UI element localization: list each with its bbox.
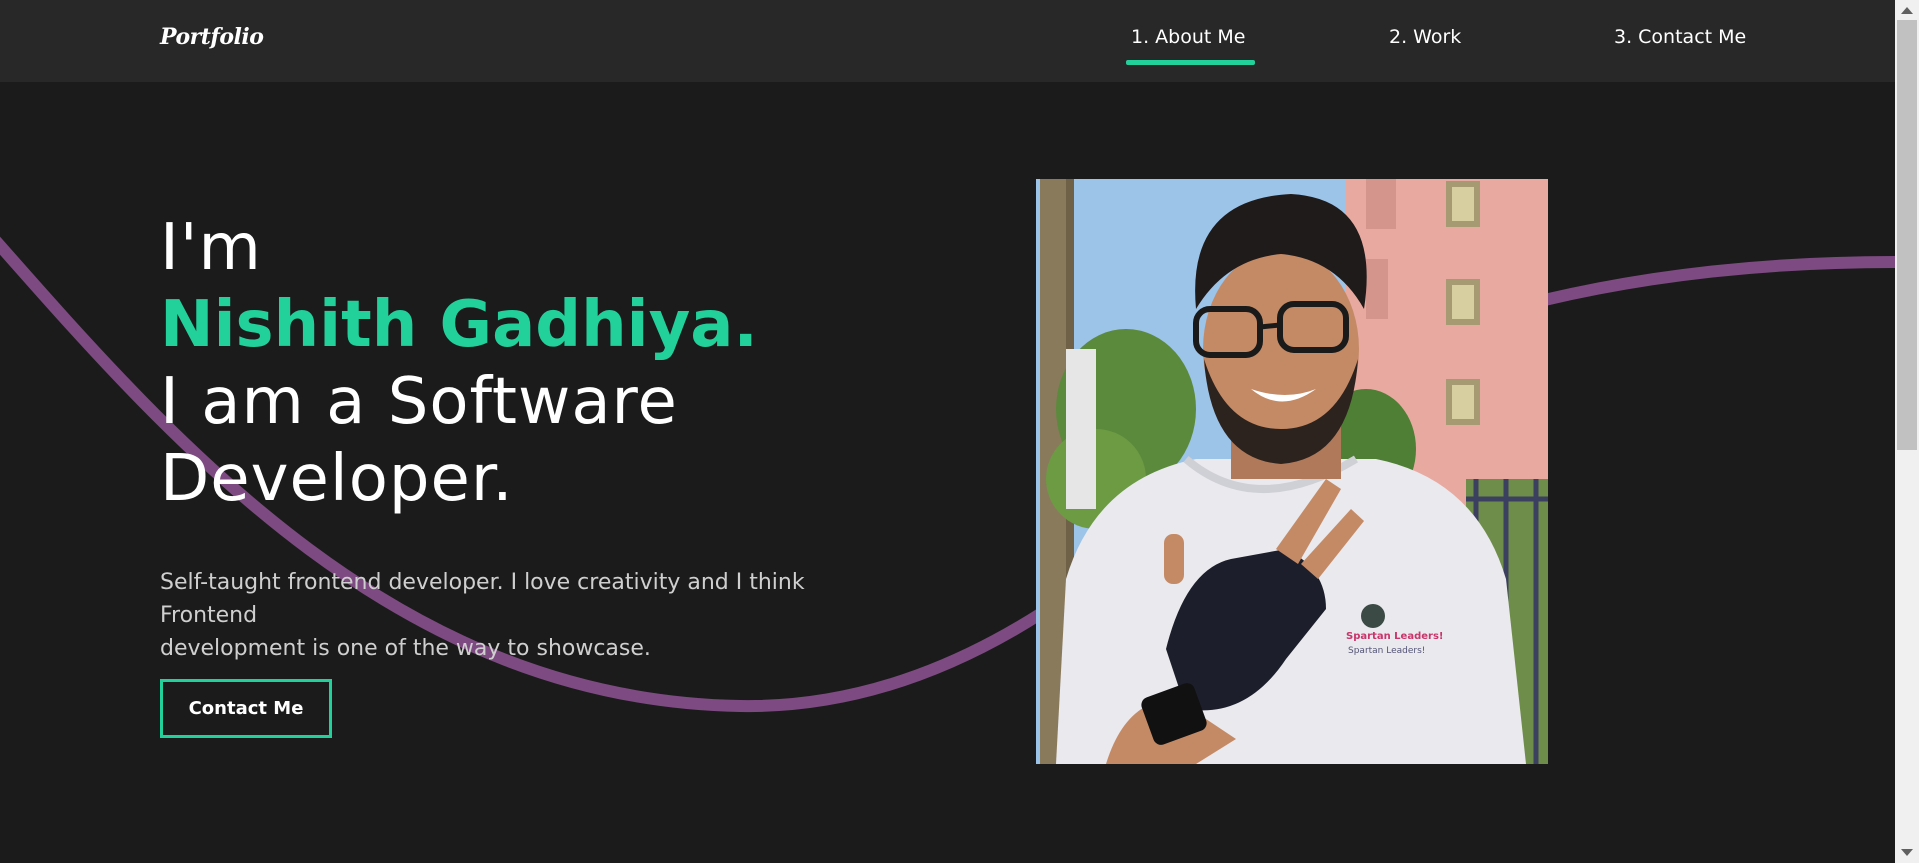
vertical-scrollbar[interactable] — [1895, 0, 1919, 863]
hero-role-line-2: Developer. — [160, 442, 514, 516]
hero-greeting: I'm — [160, 211, 262, 285]
shirt-logo-text-2: Spartan Leaders! — [1348, 646, 1425, 656]
scroll-up-arrow-icon[interactable] — [1901, 7, 1913, 14]
hero-name: Nishith Gadhiya. — [160, 288, 758, 362]
hero-role-line-1: I am a Software — [160, 365, 678, 439]
logo[interactable]: Portfolio — [160, 24, 264, 50]
nav-item-about-me[interactable]: 1. About Me — [1131, 26, 1245, 48]
scrollbar-thumb[interactable] — [1897, 20, 1917, 450]
scroll-down-arrow-icon[interactable] — [1901, 849, 1913, 856]
contact-me-button[interactable]: Contact Me — [160, 679, 332, 738]
description-line-1: Self-taught frontend developer. I love c… — [160, 570, 805, 628]
nav-active-indicator — [1126, 60, 1255, 65]
profile-photo: Spartan Leaders! Spartan Leaders! — [1036, 179, 1548, 764]
description-line-2: development is one of the way to showcas… — [160, 636, 651, 661]
hero-description: Self-taught frontend developer. I love c… — [160, 566, 900, 665]
profile-photo-illustration: Spartan Leaders! Spartan Leaders! — [1036, 179, 1548, 764]
nav-item-work[interactable]: 2. Work — [1389, 26, 1461, 48]
nav-item-contact-me[interactable]: 3. Contact Me — [1614, 26, 1746, 48]
shirt-logo-text-1: Spartan Leaders! — [1346, 631, 1443, 642]
navbar: Portfolio 1. About Me 2. Work 3. Contact… — [0, 0, 1895, 82]
